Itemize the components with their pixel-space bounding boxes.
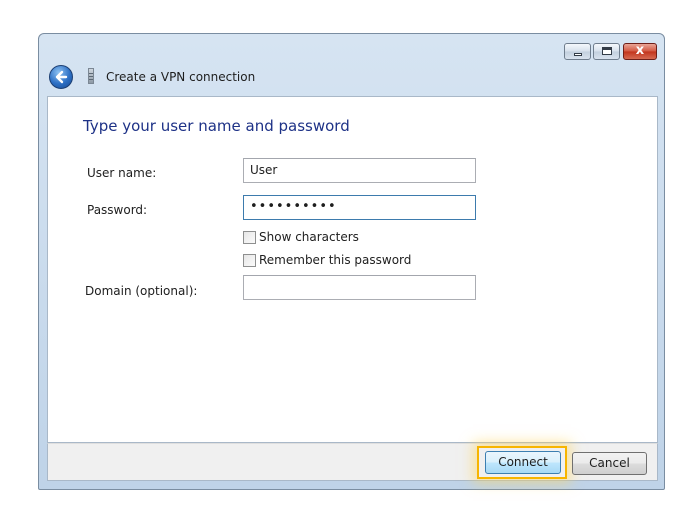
close-icon: x: [635, 43, 645, 58]
close-button[interactable]: x: [623, 43, 657, 60]
password-label: Password:: [87, 203, 148, 217]
back-button[interactable]: [49, 65, 73, 89]
connect-button[interactable]: Connect: [485, 451, 561, 474]
maximize-button[interactable]: [593, 43, 620, 60]
remember-password-label[interactable]: Remember this password: [259, 253, 411, 267]
page-heading: Type your user name and password: [83, 117, 350, 135]
show-characters-checkbox[interactable]: [243, 231, 256, 244]
password-input[interactable]: ••••••••••: [243, 195, 476, 220]
cancel-button[interactable]: Cancel: [572, 452, 647, 475]
title-bar[interactable]: x Create a VPN connection: [39, 34, 664, 94]
domain-input[interactable]: [243, 275, 476, 300]
wizard-content-area: [47, 96, 658, 443]
domain-label: Domain (optional):: [85, 284, 198, 298]
username-label: User name:: [87, 166, 157, 180]
username-input[interactable]: User: [243, 158, 476, 183]
minimize-button[interactable]: [564, 43, 591, 60]
show-characters-label[interactable]: Show characters: [259, 230, 359, 244]
wizard-icon: [88, 68, 94, 84]
minimize-icon: [574, 53, 582, 56]
remember-password-checkbox[interactable]: [243, 254, 256, 267]
maximize-icon: [602, 47, 612, 55]
window-title: Create a VPN connection: [106, 70, 256, 84]
back-arrow-icon: [55, 70, 68, 84]
